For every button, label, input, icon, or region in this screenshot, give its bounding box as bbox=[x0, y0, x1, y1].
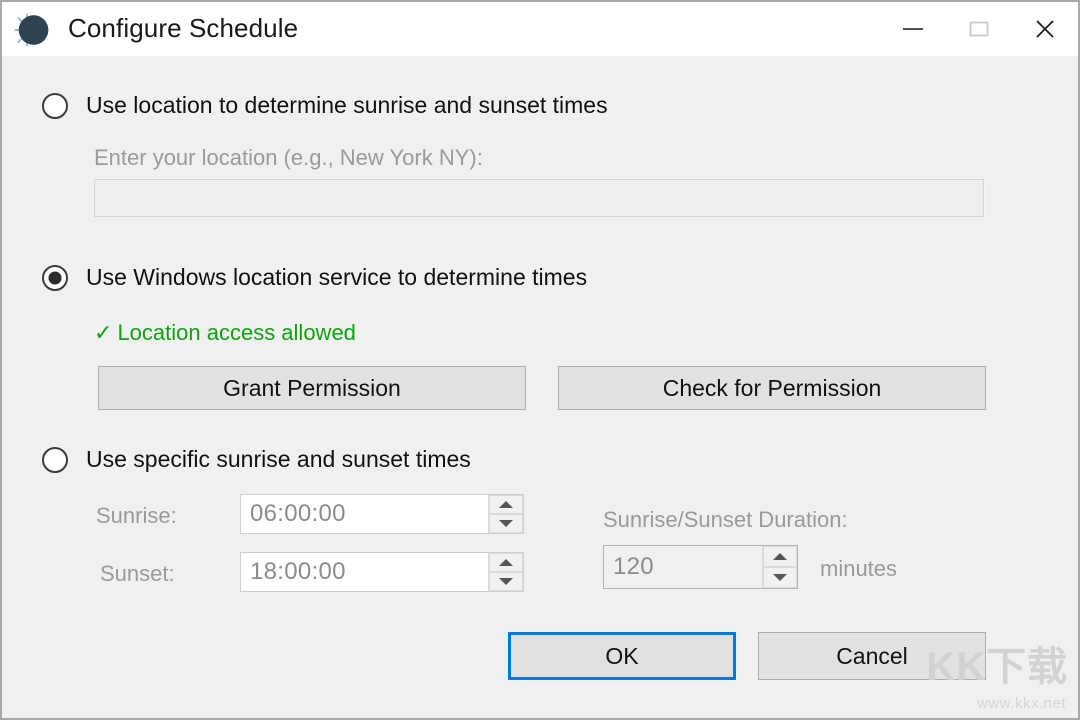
radio-use-location-label: Use location to determine sunrise and su… bbox=[86, 92, 608, 119]
cancel-button[interactable]: Cancel bbox=[758, 632, 986, 680]
radio-use-windows-service-indicator[interactable] bbox=[42, 265, 68, 291]
duration-unit-label: minutes bbox=[820, 556, 897, 582]
sunrise-spinner-up[interactable] bbox=[489, 495, 523, 514]
sunset-spinner-down[interactable] bbox=[489, 572, 523, 591]
grant-permission-button[interactable]: Grant Permission bbox=[98, 366, 526, 410]
duration-spinner-arrows bbox=[762, 546, 797, 588]
sunrise-label: Sunrise: bbox=[96, 503, 177, 529]
duration-spinner-up[interactable] bbox=[763, 546, 797, 567]
sunset-spinner-up[interactable] bbox=[489, 553, 523, 572]
maximize-button[interactable] bbox=[946, 2, 1012, 56]
sunrise-spinner-arrows bbox=[488, 495, 523, 533]
radio-use-specific-times-label: Use specific sunrise and sunset times bbox=[86, 446, 471, 473]
watermark-url: www.kkx.net bbox=[977, 695, 1066, 712]
sun-moon-icon bbox=[14, 11, 52, 49]
sunset-value[interactable]: 18:00:00 bbox=[241, 553, 488, 591]
duration-spinner[interactable]: 120 bbox=[603, 545, 798, 589]
radio-use-location[interactable]: Use location to determine sunrise and su… bbox=[42, 92, 608, 119]
radio-use-specific-times-indicator[interactable] bbox=[42, 447, 68, 473]
minimize-button[interactable] bbox=[880, 2, 946, 56]
sunrise-value[interactable]: 06:00:00 bbox=[241, 495, 488, 533]
sunrise-spinner-down[interactable] bbox=[489, 514, 523, 533]
title-bar[interactable]: Configure Schedule bbox=[2, 2, 1078, 56]
duration-spinner-down[interactable] bbox=[763, 567, 797, 588]
location-access-status-text: Location access allowed bbox=[117, 320, 355, 345]
window-controls bbox=[880, 2, 1078, 56]
sunset-spinner-arrows bbox=[488, 553, 523, 591]
radio-use-windows-service-label: Use Windows location service to determin… bbox=[86, 264, 587, 291]
window-title: Configure Schedule bbox=[68, 13, 298, 44]
duration-label: Sunrise/Sunset Duration: bbox=[603, 507, 848, 533]
radio-use-location-indicator[interactable] bbox=[42, 93, 68, 119]
close-button[interactable] bbox=[1012, 2, 1078, 56]
check-icon: ✓ bbox=[94, 320, 112, 345]
dialog-body: Use location to determine sunrise and su… bbox=[2, 56, 1078, 718]
duration-value[interactable]: 120 bbox=[604, 546, 762, 588]
radio-use-windows-service[interactable]: Use Windows location service to determin… bbox=[42, 264, 587, 291]
ok-button[interactable]: OK bbox=[508, 632, 736, 680]
sunrise-spinner[interactable]: 06:00:00 bbox=[240, 494, 524, 534]
radio-use-specific-times[interactable]: Use specific sunrise and sunset times bbox=[42, 446, 471, 473]
check-permission-button[interactable]: Check for Permission bbox=[558, 366, 986, 410]
location-field-label: Enter your location (e.g., New York NY): bbox=[94, 145, 483, 171]
location-input[interactable] bbox=[94, 179, 984, 217]
location-access-status: ✓Location access allowed bbox=[94, 320, 356, 346]
sunset-spinner[interactable]: 18:00:00 bbox=[240, 552, 524, 592]
configure-schedule-dialog: Configure Schedule bbox=[0, 0, 1080, 720]
sunset-label: Sunset: bbox=[100, 561, 175, 587]
